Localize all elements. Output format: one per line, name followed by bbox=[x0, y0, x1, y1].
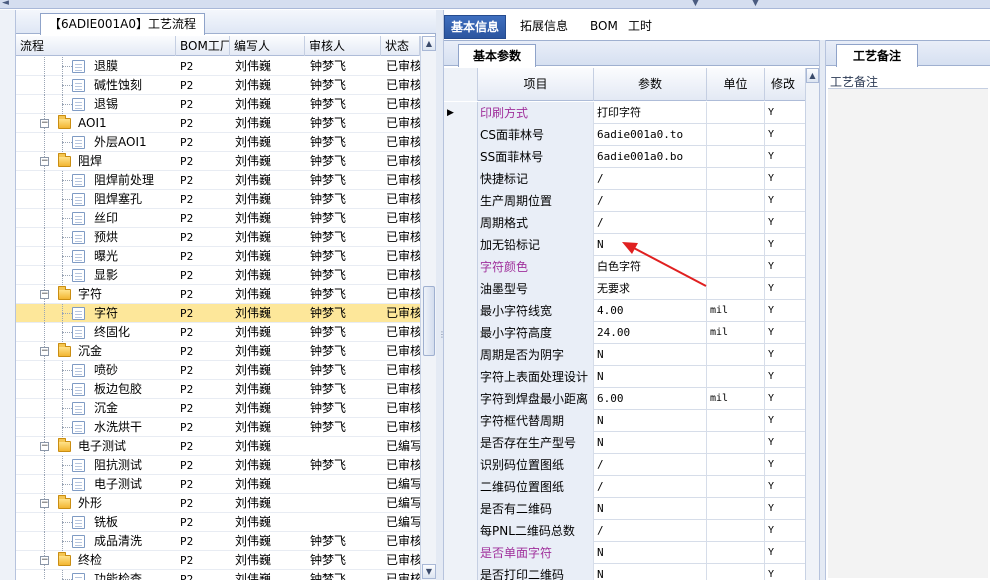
app-window: ◄ ▼ ▼ 【6ADIE001A0】工艺流程 流程 BOM工厂 编写人 审核人 … bbox=[0, 0, 990, 580]
annotation-arrow-icon bbox=[622, 242, 707, 287]
